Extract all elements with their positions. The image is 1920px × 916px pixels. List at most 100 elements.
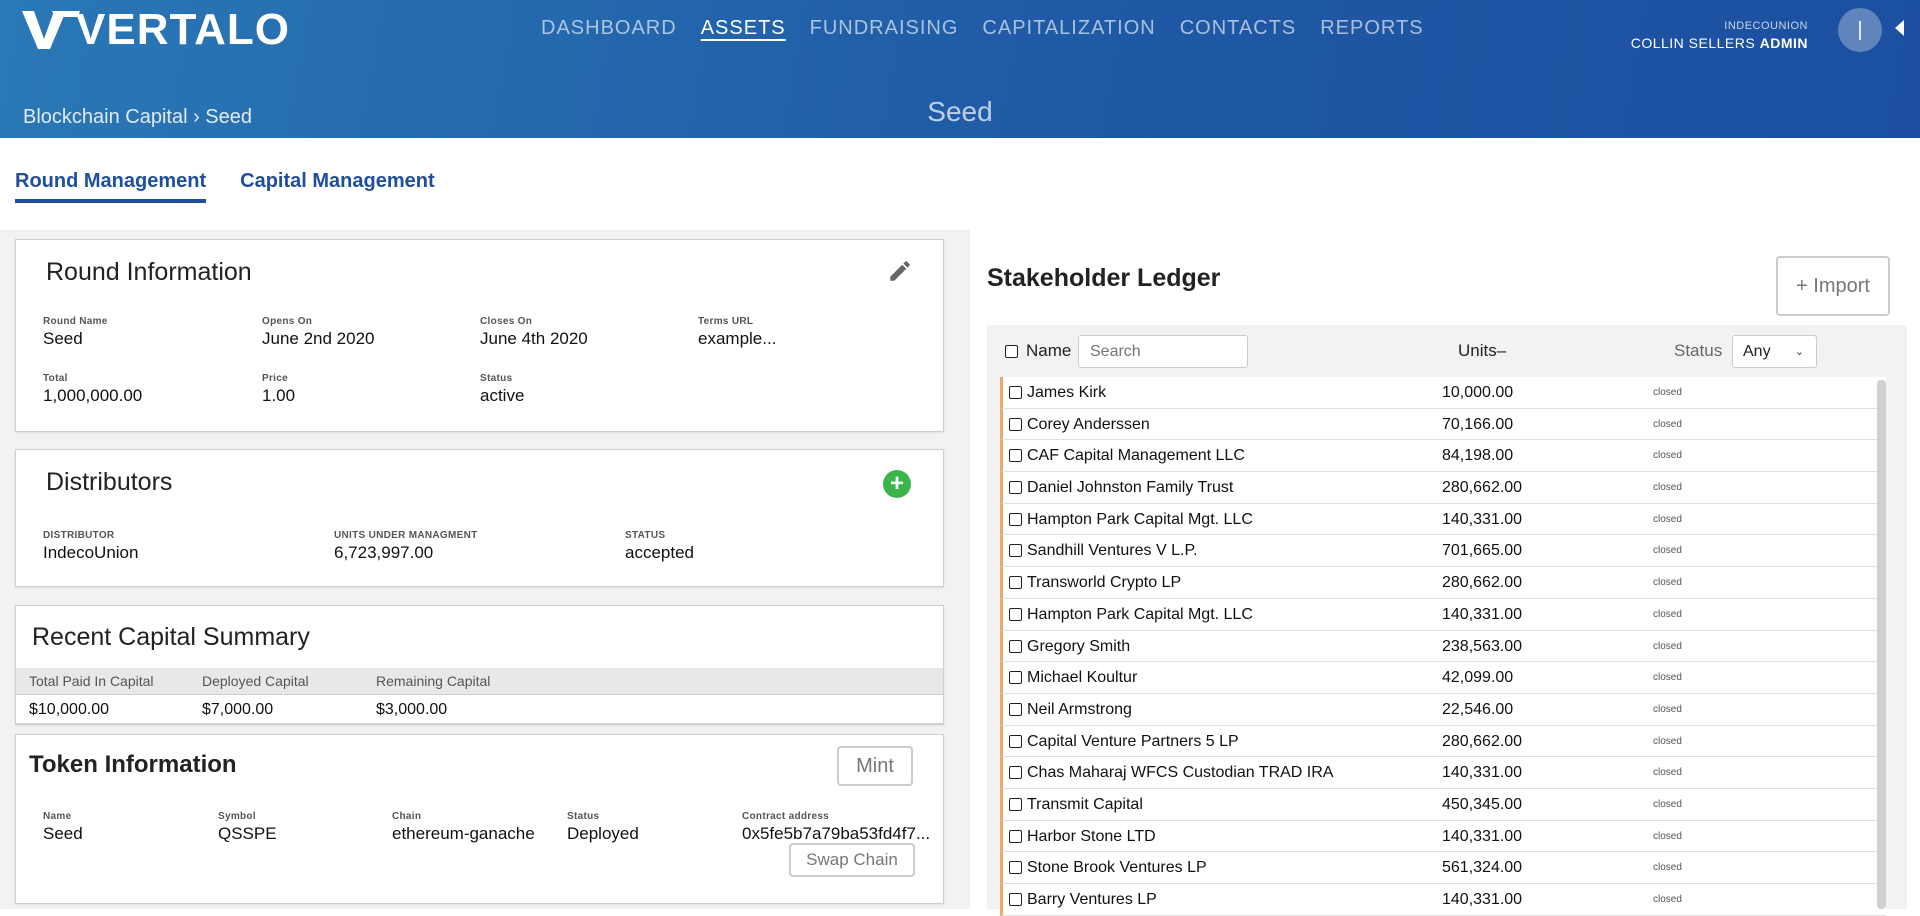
row-status: closed [1653, 545, 1682, 557]
table-row[interactable]: Daniel Johnston Family Trust 280,662.00 cl… [1000, 472, 1886, 504]
nav-reports[interactable]: REPORTS [1320, 17, 1423, 40]
row-checkbox[interactable] [1009, 512, 1022, 526]
row-name[interactable]: Hampton Park Capital Mgt. LLC [1027, 606, 1253, 624]
row-status: closed [1653, 482, 1682, 494]
table-row[interactable]: Neil Armstrong 22,546.00 closed [1000, 693, 1886, 726]
row-name[interactable]: Sandhill Ventures V L.P. [1027, 542, 1198, 560]
row-units: 140,331.00 [1442, 605, 1523, 623]
sort-indicator-icon: – [1496, 341, 1507, 360]
row-checkbox[interactable] [1009, 893, 1022, 906]
row-checkbox[interactable] [1009, 671, 1022, 685]
capital-summary-row: $10,000.00 $7,000.00 $3,000.00 [16, 694, 943, 724]
table-row[interactable]: Hampton Park Capital Mgt. LLC 140,331.00 c… [1000, 503, 1886, 536]
nav-contacts[interactable]: CONTACTS [1180, 17, 1297, 40]
row-name[interactable]: James Kirk [1027, 384, 1106, 402]
capital-summary-card: Recent Capital Summary Total Paid In Cap… [15, 605, 944, 725]
table-row[interactable]: Hampton Park Capital Mgt. LLC 140,331.00 c… [1000, 598, 1886, 631]
field-label: DISTRIBUTOR [43, 530, 115, 541]
capital-summary-title: Recent Capital Summary [32, 623, 310, 651]
row-units: 140,331.00 [1442, 891, 1523, 908]
row-name[interactable]: Chas Maharaj WFCS Custodian TRAD IRA [1027, 764, 1333, 782]
row-name[interactable]: Transmit Capital [1027, 796, 1143, 814]
table-row[interactable]: Barry Ventures LP 140,331.00 closed [1000, 884, 1886, 916]
row-name[interactable]: Transworld Crypto LP [1027, 574, 1181, 592]
field-value: IndecoUnion [43, 543, 139, 562]
search-input[interactable] [1078, 335, 1248, 368]
row-checkbox[interactable] [1009, 544, 1022, 558]
row-checkbox[interactable] [1009, 766, 1022, 780]
header-deployed: Deployed Capital [202, 673, 309, 689]
status-filter-select[interactable]: Any ⌄ [1732, 335, 1817, 368]
add-distributor-button[interactable]: + [883, 470, 911, 498]
row-name[interactable]: Daniel Johnston Family Trust [1027, 479, 1233, 497]
table-row[interactable]: Sandhill Ventures V L.P. 701,665.00 closed [1000, 535, 1886, 568]
table-row[interactable]: Chas Maharaj WFCS Custodian TRAD IRA 140,… [1000, 757, 1886, 789]
row-checkbox[interactable] [1009, 734, 1022, 748]
header-total-paid-in: Total Paid In Capital [29, 673, 154, 689]
tab-round-management[interactable]: Round Management [15, 170, 207, 203]
row-name[interactable]: Barry Ventures LP [1027, 891, 1157, 909]
value-total-paid-in: $10,000.00 [29, 701, 110, 718]
row-checkbox[interactable] [1009, 639, 1022, 653]
table-row[interactable]: Capital Venture Partners 5 LP 280,662.00 c… [1000, 725, 1886, 758]
nav-dashboard[interactable]: DASHBOARD [541, 17, 677, 40]
avatar[interactable]: | [1838, 8, 1882, 52]
nav-fundraising[interactable]: FUNDRAISING [810, 17, 959, 40]
field-value[interactable]: 0x5fe5b7a79ba53fd4f7... [742, 824, 930, 844]
field-value: Seed [43, 329, 83, 348]
row-units: 22,546.00 [1442, 700, 1514, 718]
collapse-caret-icon[interactable] [1895, 20, 1904, 36]
table-row[interactable]: James Kirk 10,000.00 closed [1000, 377, 1886, 409]
field-value[interactable]: example... [698, 329, 776, 349]
field-units-under-management: UNITS UNDER MANAGMENT 6,723,997.00 [334, 530, 478, 563]
row-status: closed [1653, 798, 1682, 810]
nav-capitalization[interactable]: CAPITALIZATION [982, 17, 1155, 40]
round-information-title: Round Information [46, 258, 252, 286]
row-name[interactable]: CAF Capital Management LLC [1027, 447, 1245, 465]
user-info[interactable]: INDECOUNION COLLIN SELLERS ADMIN [1631, 20, 1808, 51]
row-checkbox[interactable] [1009, 829, 1022, 843]
row-name[interactable]: Harbor Stone LTD [1027, 828, 1156, 846]
vertalo-logo[interactable]: VERTALO [22, 5, 290, 54]
tab-capital-management[interactable]: Capital Management [240, 170, 434, 203]
nav-assets[interactable]: ASSETS [701, 17, 786, 40]
row-checkbox[interactable] [1009, 386, 1022, 399]
mint-button[interactable]: Mint [837, 746, 913, 786]
swap-chain-button[interactable]: Swap Chain [789, 843, 915, 877]
table-row[interactable]: Harbor Stone LTD 140,331.00 closed [1000, 820, 1886, 853]
row-name[interactable]: Gregory Smith [1027, 638, 1130, 656]
import-button[interactable]: + Import [1776, 256, 1890, 316]
row-checkbox[interactable] [1009, 417, 1022, 431]
row-name[interactable]: Corey Anderssen [1027, 416, 1150, 434]
row-name[interactable]: Michael Koultur [1027, 669, 1137, 687]
row-name[interactable]: Neil Armstrong [1027, 701, 1132, 719]
ledger-header: Name Units– Status Any ⌄ [987, 325, 1907, 377]
edit-pencil-icon[interactable] [887, 258, 913, 284]
column-units-header[interactable]: Units– [1458, 341, 1506, 361]
field-token-name: Name Seed [43, 811, 83, 844]
row-checkbox[interactable] [1009, 481, 1022, 495]
table-row[interactable]: Stone Brook Ventures LP 561,324.00 closed [1000, 852, 1886, 884]
row-checkbox[interactable] [1009, 607, 1022, 621]
field-label: Name [43, 811, 72, 822]
table-row[interactable]: Transmit Capital 450,345.00 closed [1000, 788, 1886, 821]
row-checkbox[interactable] [1009, 449, 1022, 463]
table-row[interactable]: Gregory Smith 238,563.00 closed [1000, 630, 1886, 663]
row-name[interactable]: Hampton Park Capital Mgt. LLC [1027, 511, 1253, 529]
row-name[interactable]: Stone Brook Ventures LP [1027, 859, 1207, 877]
field-label: UNITS UNDER MANAGMENT [334, 530, 478, 541]
row-units: 42,099.00 [1442, 669, 1514, 687]
row-checkbox[interactable] [1009, 576, 1022, 590]
row-checkbox[interactable] [1009, 797, 1022, 811]
table-row[interactable]: Transworld Crypto LP 280,662.00 closed [1000, 567, 1886, 599]
row-name[interactable]: Capital Venture Partners 5 LP [1027, 733, 1239, 751]
field-label: Round Name [43, 316, 108, 327]
table-row[interactable]: Corey Anderssen 70,166.00 closed [1000, 408, 1886, 441]
row-checkbox[interactable] [1009, 861, 1022, 875]
field-token-chain: Chain ethereum-ganache [392, 811, 535, 844]
table-row[interactable]: CAF Capital Management LLC 84,198.00 close… [1000, 440, 1886, 473]
row-checkbox[interactable] [1009, 702, 1022, 716]
ledger-scrollbar[interactable] [1877, 380, 1886, 909]
table-row[interactable]: Michael Koultur 42,099.00 closed [1000, 662, 1886, 694]
select-all-checkbox[interactable] [1005, 344, 1018, 358]
